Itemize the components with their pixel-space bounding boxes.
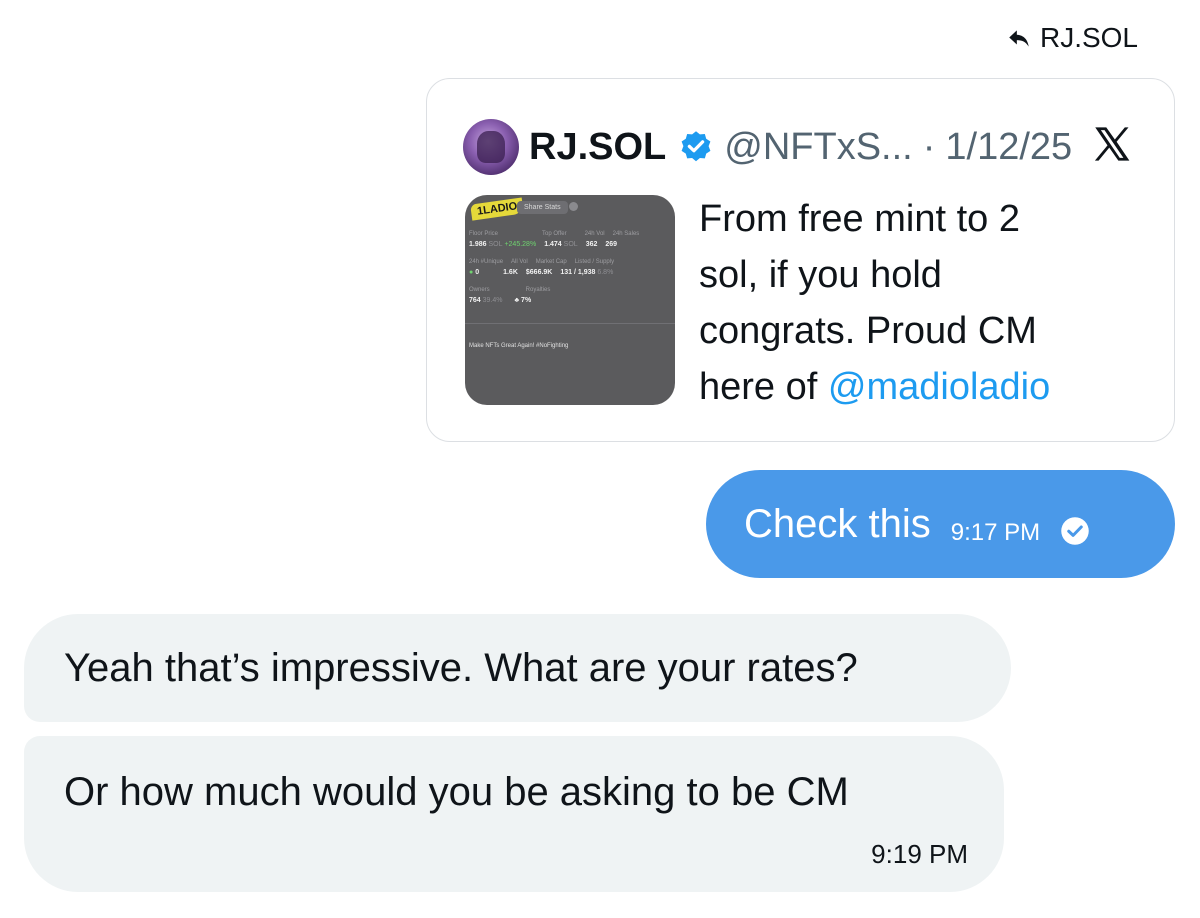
seen-check-icon <box>1061 517 1089 545</box>
stats-labels-row-2: 24h #Unique All Vol Market Cap Listed / … <box>469 259 615 265</box>
stats-labels-row-3: Owners Royalties <box>469 287 551 293</box>
message-text: Yeah that’s impressive. What are your ra… <box>64 646 858 690</box>
stats-values-row-1: 1.986 SOL +245.28% 1.474 SOL 362 269 <box>469 241 618 248</box>
reply-target-label: RJ.SOL <box>1039 22 1138 53</box>
stats-values-row-3: 764 39.4% ♣ 7% <box>469 297 532 304</box>
x-logo-icon <box>1094 127 1130 161</box>
collection-tagline: Make NFTs Great Again! #NoFighting <box>469 343 569 349</box>
quoted-post-header: RJ.SOL @NFTxS... · 1/12/25 <box>463 119 1072 175</box>
dm-conversation: RJ.SOL RJ.SOL @NFTxS... · 1/12/25 1LADIO… <box>0 0 1200 918</box>
share-stats-button: Share Stats <box>517 201 568 214</box>
author-handle[interactable]: @NFTxS... <box>724 126 912 169</box>
message-timestamp: 9:17 PM <box>950 519 1041 546</box>
post-media-thumbnail[interactable]: 1LADIO Share Stats Floor Price Top Offer… <box>465 195 675 405</box>
separator-dot: · <box>922 125 936 168</box>
received-message-bubble[interactable]: Or how much would you be asking to be CM… <box>24 736 1004 892</box>
author-name[interactable]: RJ.SOL <box>529 126 666 169</box>
avatar[interactable] <box>463 119 519 175</box>
thumb-divider <box>465 323 675 324</box>
message-text: Check this <box>744 501 931 546</box>
reply-arrow-icon <box>1009 30 1029 47</box>
quoted-post-text: From free mint to 2 sol, if you hold con… <box>699 198 1051 408</box>
stats-values-row-2: ● 0 1.6K $666.9K 131 / 1,938 6.8% <box>469 269 614 276</box>
reply-indicator[interactable]: RJ.SOL <box>1006 22 1138 54</box>
quoted-post-card[interactable]: RJ.SOL @NFTxS... · 1/12/25 1LADIO Share … <box>426 78 1175 442</box>
sent-message-bubble[interactable]: Check this 9:17 PM <box>706 470 1175 578</box>
received-message-bubble[interactable]: Yeah that’s impressive. What are your ra… <box>24 614 1011 722</box>
message-text: Or how much would you be asking to be CM <box>64 770 849 814</box>
stats-labels-row-1: Floor Price Top Offer 24h Vol 24h Sales <box>469 231 640 237</box>
post-date[interactable]: 1/12/25 <box>945 126 1072 169</box>
message-timestamp: 9:19 PM <box>871 839 968 869</box>
mention-link[interactable]: @madioladio <box>828 366 1050 408</box>
verified-badge-icon <box>681 131 711 162</box>
settings-dot-icon <box>569 202 578 211</box>
